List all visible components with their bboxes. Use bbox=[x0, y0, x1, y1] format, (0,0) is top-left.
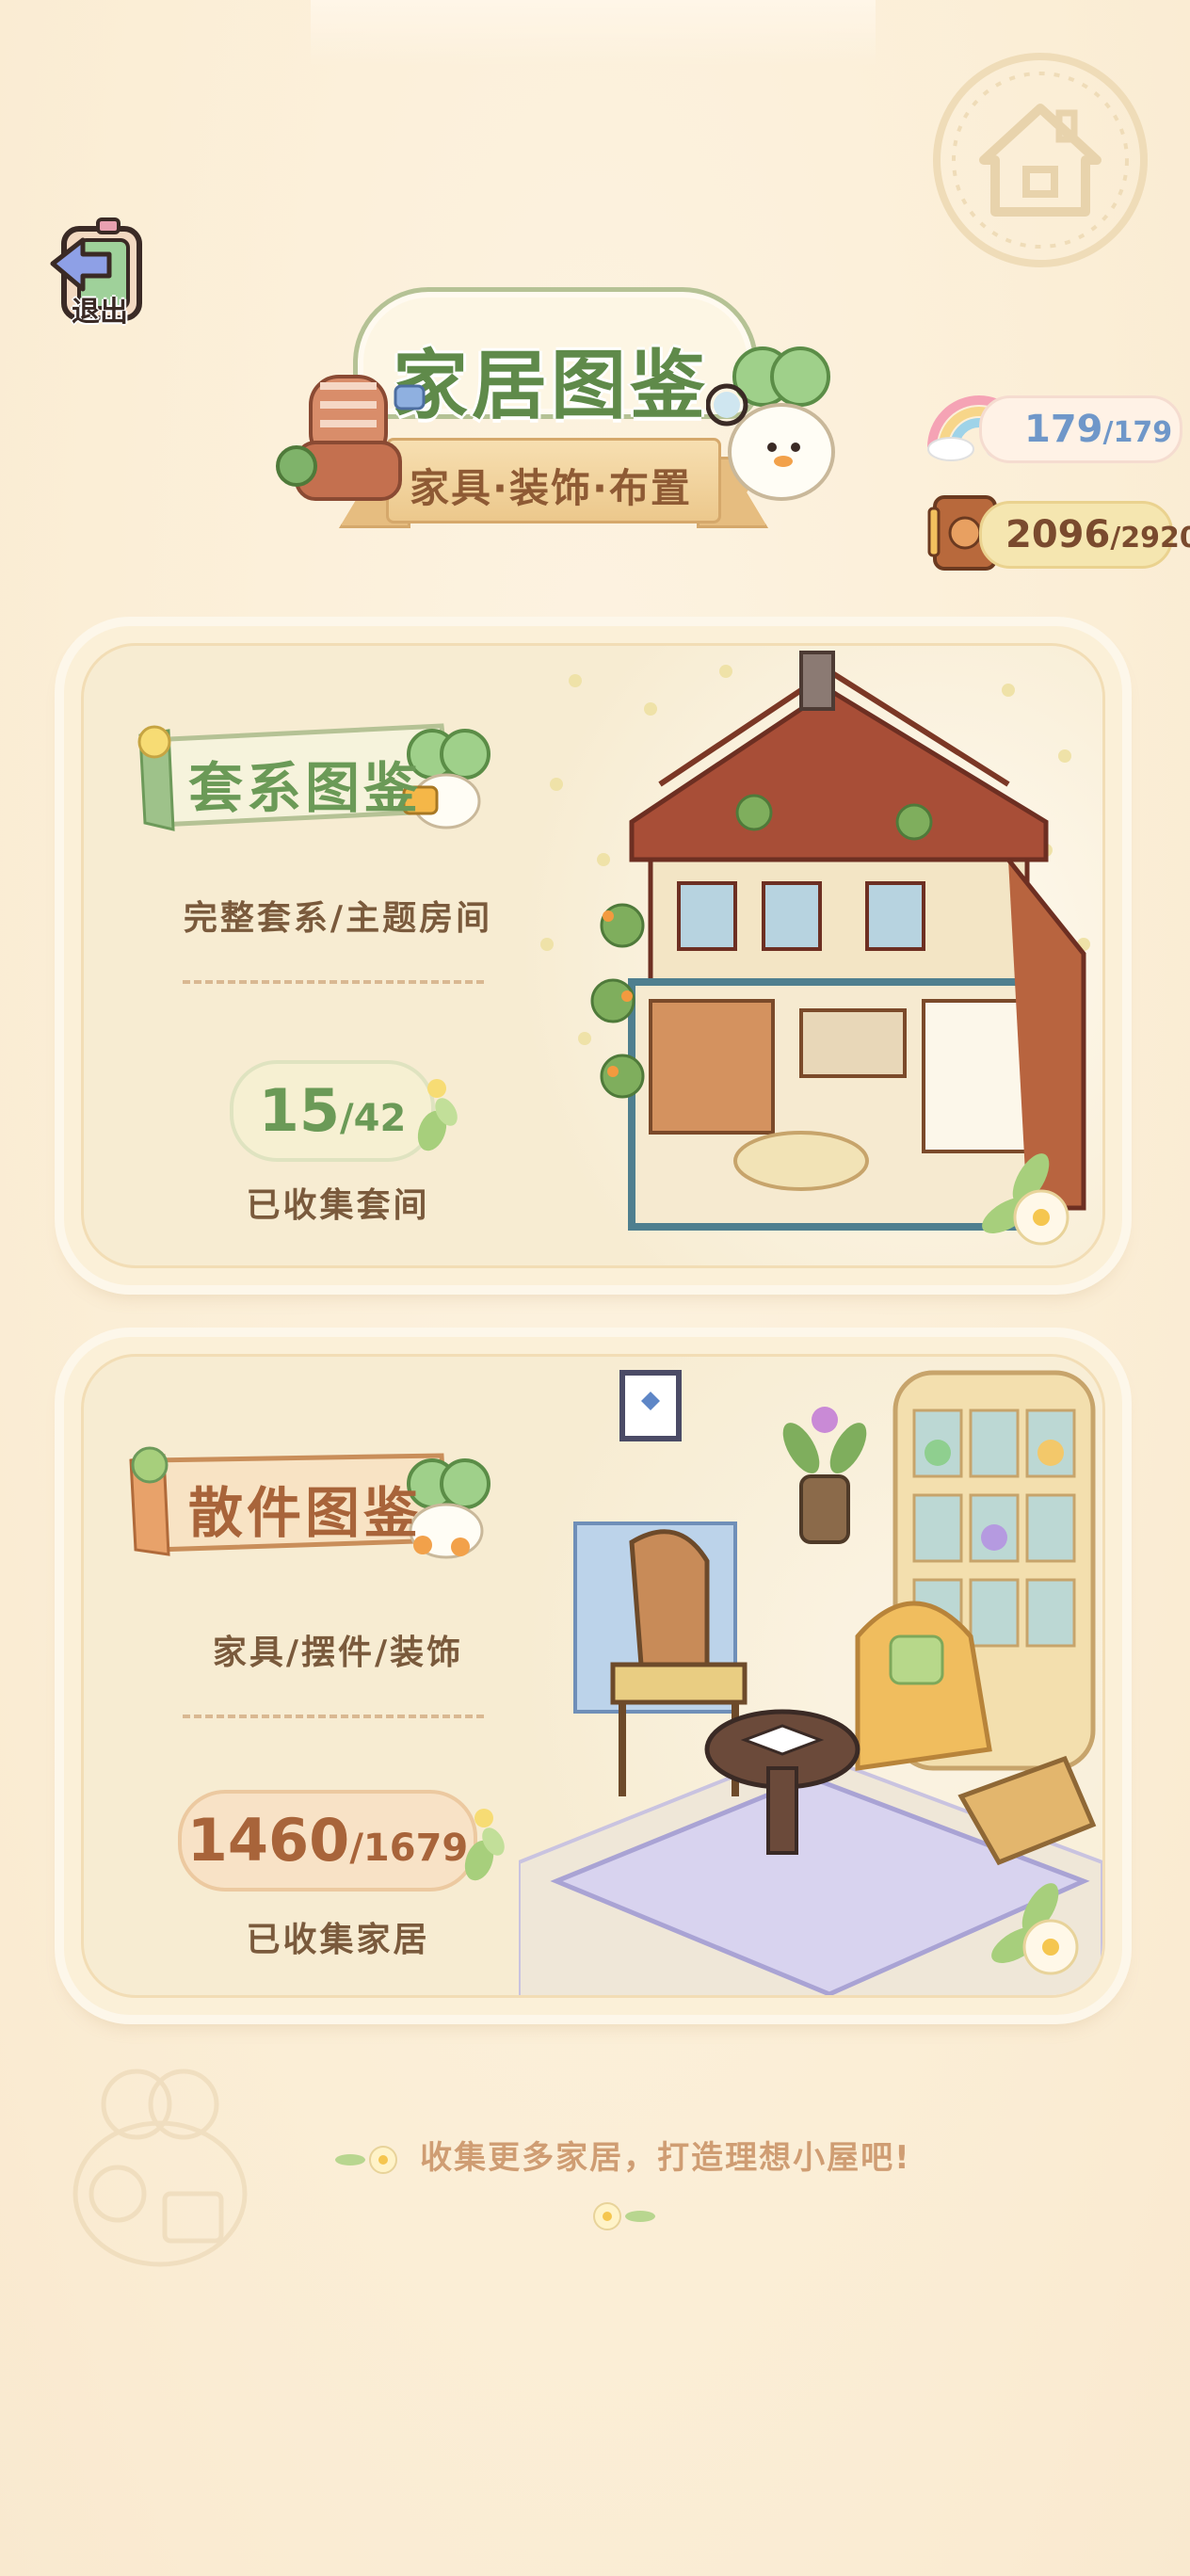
mascot-icon bbox=[706, 346, 835, 501]
items-description: 家具/摆件/装饰 bbox=[212, 1634, 464, 1672]
sets-collection-card[interactable]: 套系图鉴 完整套系/主题房间 15/42 已收集套间 bbox=[64, 626, 1122, 1285]
top-strip bbox=[311, 0, 876, 66]
leaf-sprig-icon bbox=[464, 1809, 505, 1881]
exit-button[interactable]: 退出 bbox=[43, 212, 156, 339]
home-seal-icon bbox=[933, 53, 1148, 267]
sets-count-pill: 15/42 bbox=[230, 1060, 435, 1162]
items-count-label: 已收集家居 bbox=[246, 1921, 430, 1959]
items-tag: 散件图鉴 bbox=[129, 1446, 507, 1559]
sets-tag-label: 套系图鉴 bbox=[187, 756, 422, 820]
items-divider bbox=[183, 1715, 484, 1718]
items-count: 1460/1679 bbox=[186, 1806, 469, 1875]
sets-divider bbox=[183, 980, 484, 984]
leaf-sprig-icon bbox=[417, 1079, 458, 1151]
rainbow-counter: 179/179 bbox=[979, 395, 1182, 463]
sets-card-inner: 套系图鉴 完整套系/主题房间 15/42 已收集套间 bbox=[81, 643, 1105, 1268]
items-count-pill: 1460/1679 bbox=[178, 1790, 477, 1892]
title-banner: 家居图鉴 家具·装饰·布置 bbox=[273, 282, 835, 565]
mascot-watermark-icon bbox=[72, 2069, 248, 2267]
sets-count: 15/42 bbox=[258, 1076, 407, 1145]
flower-sprig-right-icon bbox=[593, 2201, 655, 2230]
rainbow-count: 179/179 bbox=[1024, 408, 1173, 451]
armchair-icon bbox=[276, 375, 426, 501]
sets-count-label: 已收集套间 bbox=[246, 1186, 430, 1225]
house-scene-illustration bbox=[519, 646, 1102, 1265]
items-card-inner: 散件图鉴 家具/摆件/装饰 1460/1679 已收集家居 bbox=[81, 1354, 1105, 1998]
page-subtitle: 家具·装饰·布置 bbox=[410, 465, 692, 511]
book-counter: 2096/2920 bbox=[979, 501, 1190, 569]
exit-label: 退出 bbox=[72, 296, 128, 329]
items-collection-card[interactable]: 散件图鉴 家具/摆件/装饰 1460/1679 已收集家居 bbox=[64, 1337, 1122, 2015]
sets-description: 完整套系/主题房间 bbox=[183, 899, 493, 938]
items-tag-label: 散件图鉴 bbox=[187, 1481, 422, 1545]
collection-page: 退出 家居图鉴 家具·装饰·布置 179/179 2096/2920 套系图鉴 … bbox=[0, 0, 1190, 2576]
room-scene-illustration bbox=[519, 1357, 1102, 1995]
footer-tip: 收集更多家居，打造理想小屋吧! bbox=[292, 2130, 951, 2230]
sets-tag: 套系图鉴 bbox=[137, 721, 507, 834]
flower-sprig-left-icon bbox=[335, 2145, 398, 2174]
book-count: 2096/2920 bbox=[1005, 513, 1190, 556]
footer-tip-text: 收集更多家居，打造理想小屋吧! bbox=[420, 2139, 911, 2177]
